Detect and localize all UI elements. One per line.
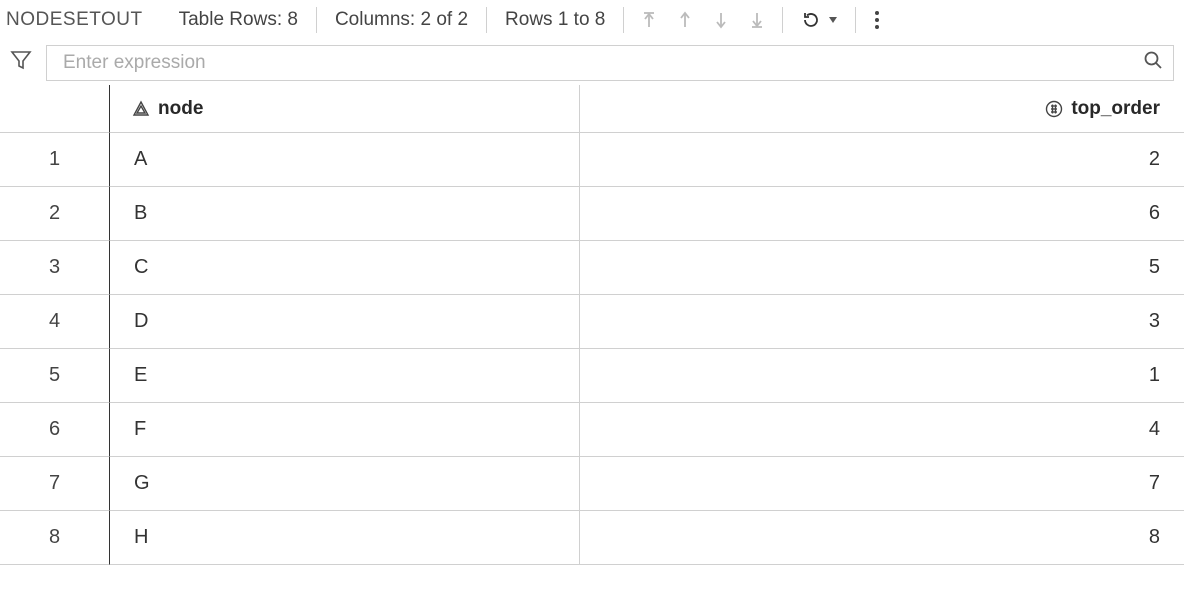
cell-top-order: 4 <box>580 403 1184 457</box>
refresh-icon <box>801 10 821 30</box>
cell-node: F <box>110 403 580 457</box>
more-menu-button[interactable] <box>856 10 898 30</box>
cell-top-order: 6 <box>580 187 1184 241</box>
cell-top-order: 3 <box>580 295 1184 349</box>
column-header-top-order[interactable]: top_order <box>580 85 1184 133</box>
numeric-type-icon <box>1045 100 1063 118</box>
row-index-cell: 8 <box>0 511 110 565</box>
filter-input-container <box>46 45 1174 81</box>
cell-node: A <box>110 133 580 187</box>
row-index-header <box>0 85 110 133</box>
refresh-button[interactable] <box>783 10 855 30</box>
more-vertical-icon <box>874 10 880 30</box>
cell-top-order: 5 <box>580 241 1184 295</box>
table-toolbar: NODESETOUT Table Rows: 8 Columns: 2 of 2… <box>0 0 1184 40</box>
table-rows-label: Table Rows: 8 <box>161 9 316 31</box>
cell-node: H <box>110 511 580 565</box>
go-prev-icon[interactable] <box>678 11 692 29</box>
cell-top-order: 7 <box>580 457 1184 511</box>
rows-range-label: Rows 1 to 8 <box>487 9 623 31</box>
go-next-icon[interactable] <box>714 11 728 29</box>
row-navigation <box>624 11 782 29</box>
cell-top-order: 2 <box>580 133 1184 187</box>
column-header-node[interactable]: node <box>110 85 580 133</box>
filter-expression-input[interactable] <box>61 51 1143 75</box>
cell-node: C <box>110 241 580 295</box>
cell-top-order: 8 <box>580 511 1184 565</box>
cell-node: G <box>110 457 580 511</box>
row-index-cell: 3 <box>0 241 110 295</box>
cell-node: D <box>110 295 580 349</box>
row-index-cell: 6 <box>0 403 110 457</box>
search-icon[interactable] <box>1143 50 1163 75</box>
row-index-cell: 7 <box>0 457 110 511</box>
row-index-cell: 4 <box>0 295 110 349</box>
table-name: NODESETOUT <box>6 9 161 31</box>
text-type-icon <box>132 100 150 118</box>
go-first-icon[interactable] <box>642 11 656 29</box>
column-label: node <box>158 98 203 120</box>
data-table: node top_order 1A22B63C54D35E16F47G78H8 <box>0 85 1184 565</box>
filter-bar <box>0 40 1184 85</box>
chevron-down-icon <box>829 17 837 23</box>
filter-icon[interactable] <box>8 49 32 76</box>
row-index-cell: 2 <box>0 187 110 241</box>
cell-node: E <box>110 349 580 403</box>
go-last-icon[interactable] <box>750 11 764 29</box>
row-index-cell: 5 <box>0 349 110 403</box>
columns-label: Columns: 2 of 2 <box>317 9 486 31</box>
row-index-cell: 1 <box>0 133 110 187</box>
column-label: top_order <box>1071 98 1160 120</box>
cell-top-order: 1 <box>580 349 1184 403</box>
cell-node: B <box>110 187 580 241</box>
